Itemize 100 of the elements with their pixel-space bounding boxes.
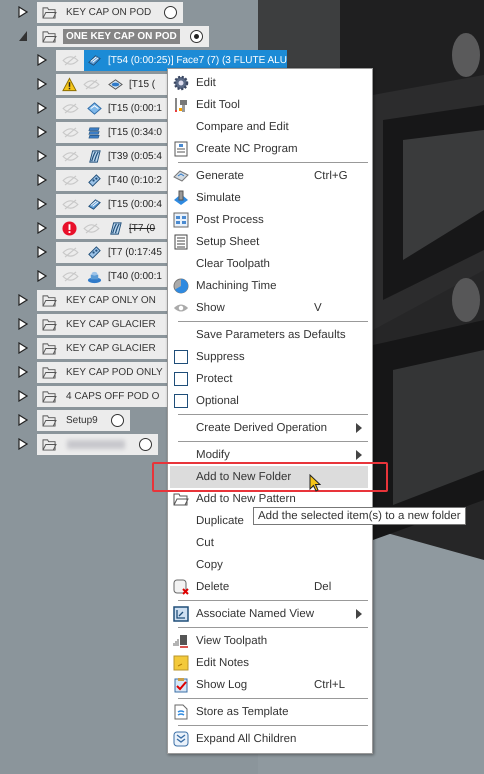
expand-icon[interactable] [37, 102, 47, 114]
generate-icon [173, 168, 189, 184]
folder-icon [42, 30, 57, 42]
expand-icon[interactable] [37, 222, 47, 234]
menu-item[interactable]: Setup Sheet [170, 231, 368, 253]
operation-row[interactable]: [T54 (0:00:25)] Face7 (7) (3 FLUTE ALU [56, 50, 287, 70]
menu-item[interactable]: Edit Notes [170, 652, 368, 674]
expand-icon[interactable] [18, 438, 28, 450]
menu-item[interactable]: Clear Toolpath [170, 253, 368, 275]
menu-item[interactable]: Compare and Edit [170, 116, 368, 138]
menu-item[interactable]: Protect [170, 368, 368, 390]
menu-item[interactable]: Create Derived Operation [170, 417, 368, 439]
menu-item[interactable]: Edit Tool [170, 94, 368, 116]
checkbox[interactable] [174, 350, 188, 364]
document-icon [173, 141, 189, 157]
menu-item[interactable]: Add to New Folder [170, 466, 368, 488]
menu-item[interactable]: Copy [170, 554, 368, 576]
operation-name: [T15 (0:00:1 [108, 102, 162, 114]
menu-item[interactable]: Expand All Children [170, 728, 368, 750]
menu-item[interactable]: Machining Time [170, 275, 368, 297]
shortcut-text: Ctrl+G [314, 170, 348, 182]
folder-icon [42, 438, 57, 450]
setup-name: KEY CAP POD ONLY [65, 366, 164, 380]
menu-item[interactable]: Post Process [170, 209, 368, 231]
expand-icon[interactable] [37, 126, 47, 138]
menu-item[interactable]: Simulate [170, 187, 368, 209]
menu-item[interactable]: Show V [170, 297, 368, 319]
expand-icon[interactable] [18, 390, 28, 402]
setup-name: 4 CAPS OFF POD O [65, 390, 160, 404]
radio-button[interactable] [164, 6, 178, 18]
menu-item[interactable]: Generate Ctrl+G [170, 165, 368, 187]
expand-icon[interactable] [37, 150, 47, 162]
folder-icon [42, 294, 57, 306]
operation-name: [T15 ( [129, 78, 156, 90]
simulate-icon [173, 190, 189, 206]
expand-icon[interactable] [18, 366, 28, 378]
collapse-icon[interactable] [18, 30, 28, 42]
expand-icon[interactable] [37, 78, 47, 90]
cursor-icon [309, 474, 321, 492]
setup-row[interactable]: Setup9 [37, 410, 130, 430]
menu-item[interactable]: Edit [170, 72, 368, 94]
folder-icon [42, 414, 57, 426]
menu-item[interactable]: Save Parameters as Defaults [170, 324, 368, 346]
setup-name: KEY CAP GLACIER [65, 318, 157, 332]
radio-button[interactable] [110, 414, 124, 426]
expand-icon[interactable] [37, 198, 47, 210]
operation-name: [T40 (0:10:2 [108, 174, 162, 186]
menu-item[interactable]: Cut [170, 532, 368, 554]
setup-row[interactable]: KEY CAP ON POD [37, 2, 184, 22]
radio-button[interactable] [190, 30, 203, 42]
expand-icon[interactable] [18, 6, 28, 18]
view-icon [173, 606, 189, 622]
operation-name: [T39 (0:05:4 [108, 150, 162, 162]
expand-icon[interactable] [18, 294, 28, 306]
expand-icon[interactable] [18, 318, 28, 330]
operation-name: [T7 (0 [129, 222, 156, 234]
expand-icon[interactable] [18, 342, 28, 354]
checkbox[interactable] [174, 372, 188, 386]
shortcut-text: V [314, 302, 322, 314]
menu-item[interactable]: Optional [170, 390, 368, 412]
delete-icon [173, 579, 189, 595]
menu-item[interactable]: Create NC Program [170, 138, 368, 160]
folder-icon [42, 318, 57, 330]
expand-icon[interactable] [37, 246, 47, 258]
menu-item[interactable]: Store as Template [170, 701, 368, 723]
expand-icon[interactable] [37, 54, 47, 66]
tooltip: Add the selected item(s) to a new folder [253, 507, 466, 525]
folder-icon [173, 491, 189, 507]
operation-name: [T54 (0:00:25)] Face7 (7) (3 FLUTE ALU [108, 54, 287, 66]
setup-name: KEY CAP ONLY ON [65, 294, 157, 308]
radio-button[interactable] [139, 438, 152, 450]
expand-all-icon [173, 731, 189, 747]
folder-icon [42, 342, 57, 354]
operation-name: [T7 (0:17:45 [108, 246, 162, 258]
gear-icon [173, 75, 189, 91]
expand-icon[interactable] [18, 414, 28, 426]
operation-name: [T15 (0:00:4 [108, 198, 162, 210]
folder-icon [42, 6, 57, 18]
shortcut-text: Ctrl+L [314, 679, 345, 691]
clipboard-icon [173, 677, 189, 693]
setup-name: Setup9 [65, 414, 99, 428]
setup-row[interactable]: ONE KEY CAP ON POD [37, 26, 209, 46]
setup-name: KEY CAP ON POD [65, 6, 152, 20]
shortcut-text: Del [314, 581, 332, 593]
pie-chart-icon [173, 278, 189, 294]
menu-item[interactable]: Associate Named View [170, 603, 368, 625]
menu-item[interactable]: Delete Del [170, 576, 368, 598]
menu-item[interactable]: Suppress [170, 346, 368, 368]
menu-item[interactable]: Add to New Pattern [170, 488, 368, 510]
menu-item[interactable]: Modify [170, 444, 368, 466]
sheet-icon [173, 234, 189, 250]
menu-item[interactable]: Show Log Ctrl+L [170, 674, 368, 696]
setup-row[interactable] [37, 434, 158, 454]
expand-icon[interactable] [37, 270, 47, 282]
menu-item[interactable]: View Toolpath [170, 630, 368, 652]
post-process-icon [173, 212, 189, 228]
operation-name: [T15 (0:34:0 [108, 126, 162, 138]
expand-icon[interactable] [37, 174, 47, 186]
checkbox[interactable] [174, 394, 188, 408]
template-icon [173, 704, 189, 720]
